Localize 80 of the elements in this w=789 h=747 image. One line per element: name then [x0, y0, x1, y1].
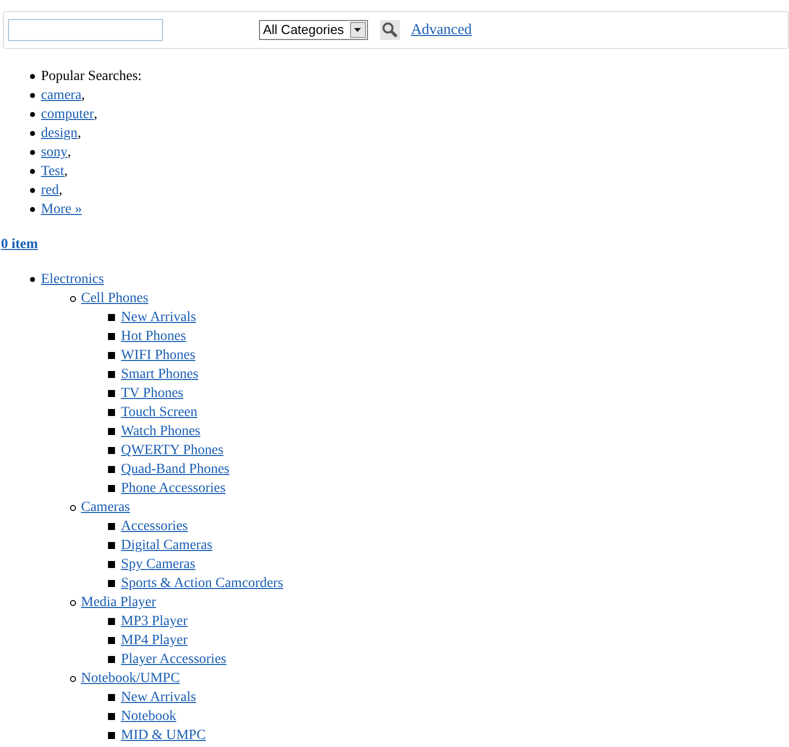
- bullet-icon: [108, 561, 115, 568]
- search-button[interactable]: [380, 20, 400, 40]
- bullet-icon: [108, 466, 115, 473]
- category-link[interactable]: MID & UMPC: [121, 725, 206, 746]
- category-link[interactable]: Smart Phones: [121, 364, 198, 385]
- category-link[interactable]: Digital Cameras: [121, 535, 212, 556]
- bullet-icon: [108, 656, 115, 663]
- bullet-icon: [108, 694, 115, 701]
- popular-search-link[interactable]: design: [41, 123, 78, 144]
- category-link[interactable]: MP4 Player: [121, 630, 188, 651]
- category-link[interactable]: New Arrivals: [121, 687, 196, 708]
- category-link[interactable]: Hot Phones: [121, 326, 186, 347]
- bullet-icon: [108, 333, 115, 340]
- caret-icon: [354, 28, 362, 32]
- bullet-icon: [108, 352, 115, 359]
- category-link[interactable]: MP3 Player: [121, 611, 188, 632]
- bullet-icon: [70, 296, 76, 302]
- bullet-icon: [108, 542, 115, 549]
- bullet-icon: [108, 580, 115, 587]
- bullet-icon: [108, 523, 115, 530]
- bullet-icon: [70, 600, 76, 606]
- bullet-icon: [108, 732, 115, 739]
- category-link[interactable]: Spy Cameras: [121, 554, 196, 575]
- bullet-icon: [108, 390, 115, 397]
- search-icon: [382, 22, 398, 38]
- search-field[interactable]: [8, 19, 163, 41]
- separator-text: ,: [78, 125, 82, 143]
- category-link[interactable]: Cell Phones: [81, 288, 148, 309]
- category-link[interactable]: Watch Phones: [121, 421, 200, 442]
- category-link[interactable]: Notebook/UMPC: [81, 668, 180, 689]
- category-link[interactable]: Player Accessories: [121, 649, 226, 670]
- category-link[interactable]: Touch Screen: [121, 402, 198, 423]
- bullet-icon: [108, 409, 115, 416]
- popular-search-link[interactable]: sony: [41, 142, 68, 163]
- category-link[interactable]: Phone Accessories: [121, 478, 226, 499]
- bullet-icon: [70, 504, 76, 510]
- separator-text: ,: [64, 163, 68, 181]
- popular-searches-label: Popular Searches:: [41, 68, 142, 86]
- select-value: All Categories: [262, 21, 345, 40]
- category-select[interactable]: All Categories: [259, 20, 368, 40]
- separator-text: ,: [67, 144, 71, 162]
- category-link[interactable]: Electronics: [41, 269, 104, 290]
- category-link[interactable]: Notebook: [121, 706, 176, 727]
- popular-search-link[interactable]: computer: [41, 104, 94, 125]
- separator-text: ,: [94, 106, 98, 124]
- category-link[interactable]: QWERTY Phones: [121, 440, 224, 461]
- bullet-icon: [30, 277, 35, 282]
- bullet-icon: [108, 314, 115, 321]
- bullet-icon: [108, 713, 115, 720]
- popular-search-link[interactable]: red: [41, 180, 59, 201]
- bullet-icon: [30, 112, 35, 117]
- bullet-icon: [30, 150, 35, 155]
- cart-link[interactable]: 0 item: [1, 234, 38, 255]
- popular-search-link[interactable]: More »: [41, 199, 82, 220]
- category-link[interactable]: Accessories: [121, 516, 188, 537]
- popular-search-link[interactable]: Test: [41, 161, 64, 182]
- category-link[interactable]: Quad-Band Phones: [121, 459, 230, 480]
- separator-text: ,: [58, 182, 62, 200]
- bullet-icon: [108, 447, 115, 454]
- category-link[interactable]: TV Phones: [121, 383, 184, 404]
- bullet-icon: [30, 74, 35, 79]
- bullet-icon: [108, 428, 115, 435]
- bullet-icon: [30, 93, 35, 98]
- separator-text: ,: [81, 87, 85, 105]
- bullet-icon: [30, 207, 35, 212]
- category-link[interactable]: WIFI Phones: [121, 345, 196, 366]
- bullet-icon: [30, 169, 35, 174]
- popular-search-link[interactable]: camera: [41, 85, 82, 106]
- bullet-icon: [30, 188, 35, 193]
- bullet-icon: [108, 371, 115, 378]
- category-link[interactable]: New Arrivals: [121, 307, 196, 328]
- category-link[interactable]: Sports & Action Camcorders: [121, 573, 284, 594]
- bullet-icon: [70, 676, 76, 682]
- category-link[interactable]: Media Player: [81, 592, 156, 613]
- bullet-icon: [30, 131, 35, 136]
- bullet-icon: [108, 618, 115, 625]
- bullet-icon: [108, 485, 115, 492]
- advanced-link[interactable]: Advanced: [410, 18, 472, 42]
- bullet-icon: [108, 637, 115, 644]
- category-link[interactable]: Cameras: [81, 497, 130, 518]
